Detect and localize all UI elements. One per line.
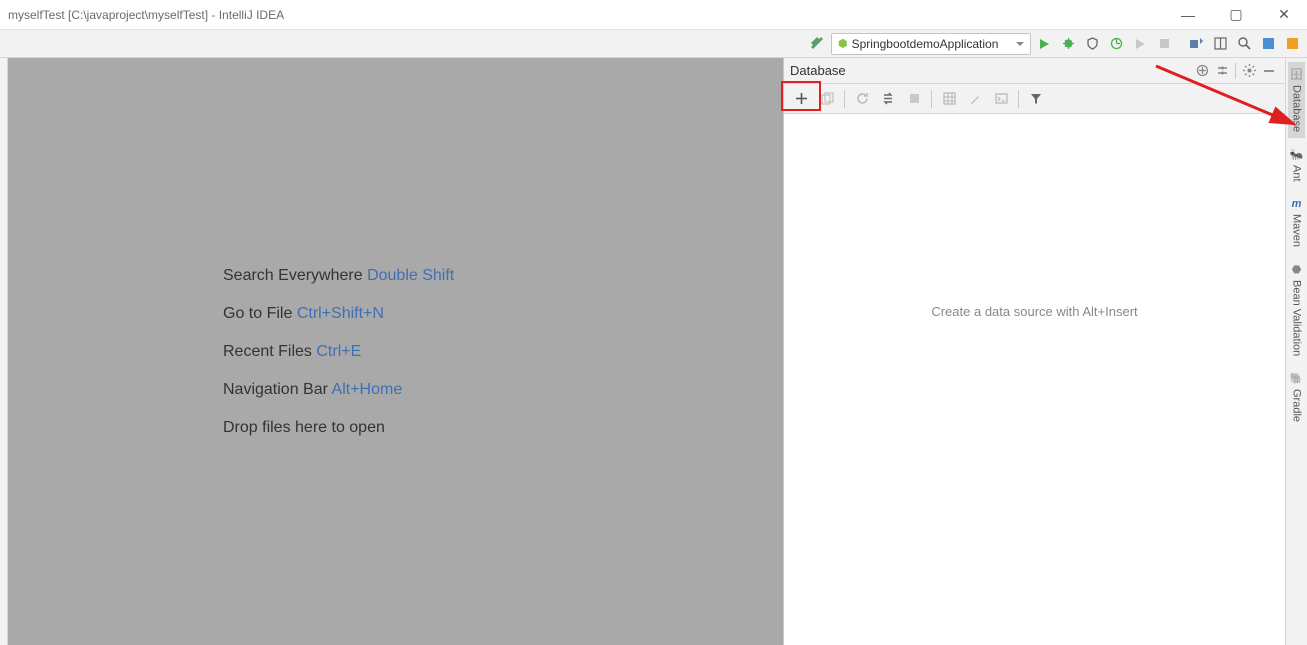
right-tab-maven[interactable]: m Maven xyxy=(1289,192,1305,253)
hint-navigation-bar: Navigation Bar Alt+Home xyxy=(223,381,402,399)
tab-label: Maven xyxy=(1291,214,1303,247)
database-panel-header: Database xyxy=(784,58,1285,84)
hint-drop-files: Drop files here to open xyxy=(223,419,385,437)
maximize-button[interactable]: ▢ xyxy=(1221,6,1251,23)
filter-button[interactable] xyxy=(1023,87,1049,111)
hint-hotkey: Ctrl+E xyxy=(316,343,361,360)
hide-icon[interactable] xyxy=(1259,61,1279,81)
split-icon[interactable] xyxy=(1212,61,1232,81)
ant-icon: 🐜 xyxy=(1290,148,1304,161)
ide-settings-button[interactable] xyxy=(1257,33,1279,55)
database-panel-body: Create a data source with Alt+Insert xyxy=(784,114,1285,645)
database-icon: 🗄 xyxy=(1290,68,1304,81)
hint-label: Navigation Bar xyxy=(223,381,328,398)
stop-button[interactable] xyxy=(901,87,927,111)
sync-button[interactable] xyxy=(875,87,901,111)
database-tool-window: Database Create a data source with Alt+I… xyxy=(783,58,1285,645)
database-panel-toolbar xyxy=(784,84,1285,114)
right-tab-bean-validation[interactable]: ⬣ Bean Validation xyxy=(1289,257,1305,362)
coverage-button[interactable] xyxy=(1081,33,1103,55)
tab-label: Gradle xyxy=(1291,389,1303,422)
minimize-button[interactable]: — xyxy=(1173,7,1203,23)
left-gutter xyxy=(0,58,8,645)
hint-label: Go to File xyxy=(223,305,292,322)
run-button[interactable] xyxy=(1033,33,1055,55)
hint-search-everywhere: Search Everywhere Double Shift xyxy=(223,267,454,285)
main-toolbar: ⬢ SpringbootdemoApplication xyxy=(0,30,1307,58)
console-button[interactable] xyxy=(988,87,1014,111)
update-button[interactable] xyxy=(1185,33,1207,55)
main-area: Search Everywhere Double Shift Go to Fil… xyxy=(0,58,1307,645)
database-panel-title: Database xyxy=(790,63,1192,78)
profile-button[interactable] xyxy=(1105,33,1127,55)
window-titlebar: myselfTest [C:\javaproject\myselfTest] -… xyxy=(0,0,1307,30)
maven-icon: m xyxy=(1292,198,1302,210)
search-button[interactable] xyxy=(1233,33,1255,55)
right-tab-gradle[interactable]: 🐘 Gradle xyxy=(1288,366,1306,428)
right-tab-ant[interactable]: 🐜 Ant xyxy=(1288,142,1306,188)
tab-label: Bean Validation xyxy=(1291,280,1303,356)
hint-hotkey: Double Shift xyxy=(367,267,454,284)
hint-recent-files: Recent Files Ctrl+E xyxy=(223,343,361,361)
notify-button[interactable] xyxy=(1281,33,1303,55)
project-structure-button[interactable] xyxy=(1209,33,1231,55)
run-configuration-selector[interactable]: ⬢ SpringbootdemoApplication xyxy=(831,33,1031,55)
bean-icon: ⬣ xyxy=(1292,263,1302,276)
hint-go-to-file: Go to File Ctrl+Shift+N xyxy=(223,305,384,323)
right-tool-stripe: 🗄 Database 🐜 Ant m Maven ⬣ Bean Validati… xyxy=(1285,58,1307,645)
hint-label: Search Everywhere xyxy=(223,267,363,284)
run-config-label: SpringbootdemoApplication xyxy=(852,37,999,51)
hint-hotkey: Alt+Home xyxy=(332,381,403,398)
gradle-icon: 🐘 xyxy=(1290,372,1304,385)
table-view-button[interactable] xyxy=(936,87,962,111)
window-title: myselfTest [C:\javaproject\myselfTest] -… xyxy=(8,8,1173,22)
hint-hotkey: Ctrl+Shift+N xyxy=(297,305,384,322)
build-icon[interactable] xyxy=(807,33,829,55)
run-disabled-button[interactable] xyxy=(1129,33,1151,55)
refresh-button[interactable] xyxy=(849,87,875,111)
right-tab-database[interactable]: 🗄 Database xyxy=(1288,62,1306,138)
spring-icon: ⬢ xyxy=(838,37,848,50)
edit-button[interactable] xyxy=(962,87,988,111)
duplicate-button[interactable] xyxy=(814,87,840,111)
debug-button[interactable] xyxy=(1057,33,1079,55)
settings-icon[interactable] xyxy=(1239,61,1259,81)
editor-empty-state: Search Everywhere Double Shift Go to Fil… xyxy=(8,58,783,645)
close-button[interactable]: ✕ xyxy=(1269,6,1299,23)
collapse-icon[interactable] xyxy=(1192,61,1212,81)
window-controls: — ▢ ✕ xyxy=(1173,6,1299,23)
hint-label: Recent Files xyxy=(223,343,312,360)
database-empty-placeholder: Create a data source with Alt+Insert xyxy=(931,304,1137,319)
tab-label: Database xyxy=(1291,85,1303,132)
hint-label: Drop files here to open xyxy=(223,419,385,436)
stop-button[interactable] xyxy=(1153,33,1175,55)
tab-label: Ant xyxy=(1291,165,1303,182)
